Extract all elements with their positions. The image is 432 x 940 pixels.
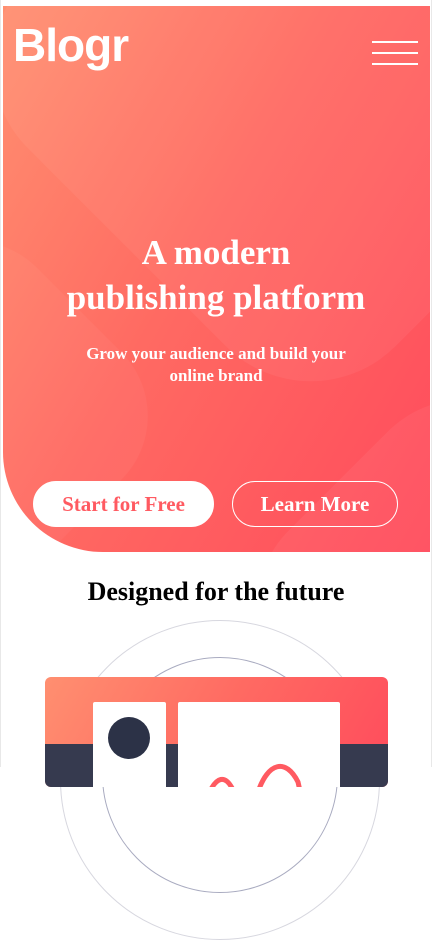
wave-graph-icon: [209, 763, 302, 787]
editor-illustration: [45, 677, 388, 787]
avatar-circle-icon: [108, 717, 150, 759]
start-for-free-button[interactable]: Start for Free: [33, 481, 214, 527]
menu-icon-line: [372, 52, 418, 54]
menu-icon-line: [372, 63, 418, 65]
hamburger-menu-icon[interactable]: [372, 41, 418, 66]
logo[interactable]: Blogr: [13, 22, 129, 68]
hero-subheading-line: online brand: [169, 366, 263, 385]
illustration-card: [93, 702, 166, 787]
section-title: Designed for the future: [87, 577, 345, 606]
menu-icon-line: [372, 41, 418, 43]
hero-headline-line: publishing platform: [66, 278, 366, 317]
hero-subheading: Grow your audience and build your online…: [0, 343, 432, 387]
hero-headline: A modern publishing platform: [0, 230, 432, 320]
hero-subheading-line: Grow your audience and build your: [86, 344, 346, 363]
illustration-card: [178, 702, 340, 787]
hero-headline-line: A modern: [141, 233, 291, 272]
learn-more-button[interactable]: Learn More: [232, 481, 398, 527]
